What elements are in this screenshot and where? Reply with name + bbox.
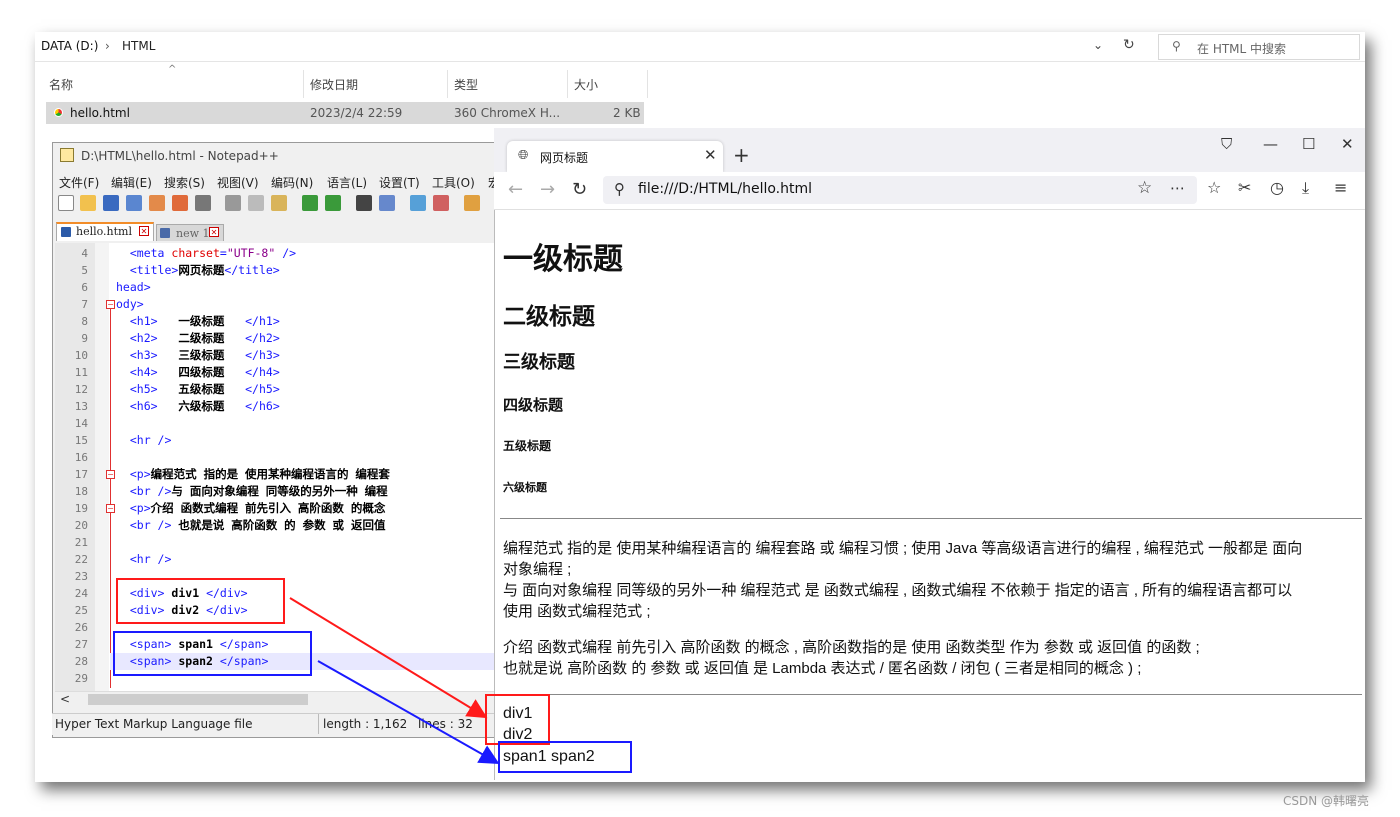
watermark: CSDN @韩曙亮 (1283, 794, 1370, 808)
red-arrow (289, 597, 488, 719)
annotation-arrows (289, 597, 500, 764)
blue-arrow (317, 660, 500, 764)
